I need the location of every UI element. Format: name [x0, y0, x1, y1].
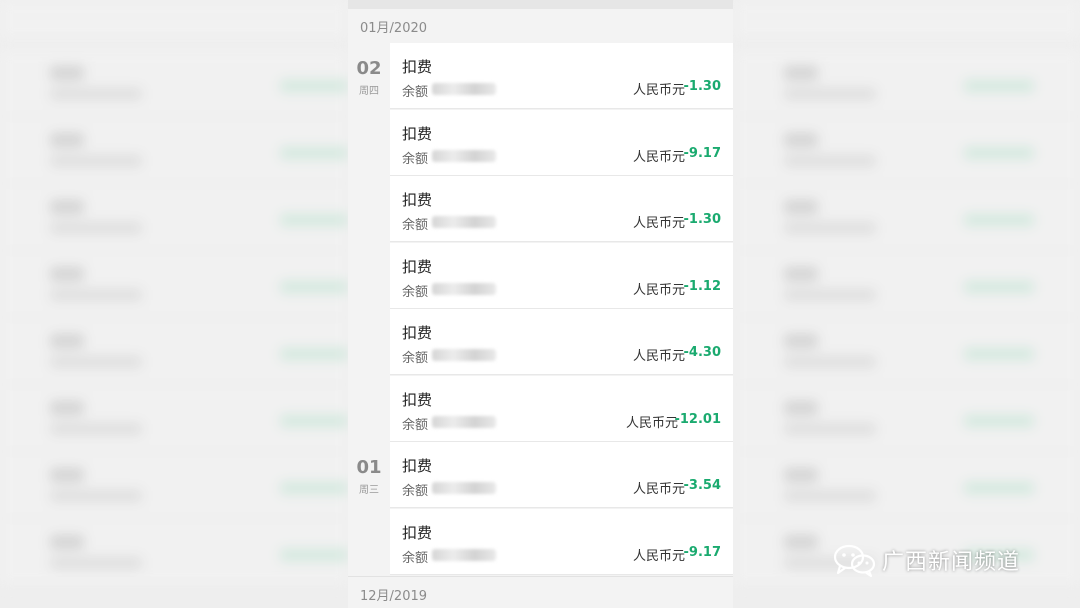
month-label: 12月/2019	[360, 589, 428, 604]
currency-label: 人民币元	[632, 349, 685, 364]
watermark: 广西新闻频道	[832, 540, 1020, 580]
balance-redacted	[432, 549, 496, 561]
day-marker: 02 周四	[348, 58, 390, 97]
currency-label: 人民币元	[632, 549, 685, 564]
transaction-title: 扣费	[402, 391, 433, 409]
transaction-row[interactable]: 扣费 余额 人民币元 -9.17	[390, 509, 733, 575]
month-label: 01月/2020	[360, 21, 428, 36]
amount: -3.54	[683, 478, 721, 493]
amount: -9.17	[683, 545, 721, 560]
transaction-title: 扣费	[402, 524, 433, 542]
currency-label: 人民币元	[632, 83, 685, 98]
amount: -12.01	[674, 412, 721, 427]
transaction-title: 扣费	[402, 125, 433, 143]
transaction-title: 扣费	[402, 258, 433, 276]
watermark-text: 广西新闻频道	[882, 550, 1021, 575]
day-number: 01	[356, 457, 382, 478]
transaction-list-screen: 01月/2020 02 周四 01 周三 扣费 余额 人民币元 -1.30 扣费…	[348, 0, 733, 608]
balance-redacted	[432, 83, 496, 95]
amount: -1.12	[683, 279, 721, 294]
transaction-title: 扣费	[402, 324, 433, 342]
currency-label: 人民币元	[632, 150, 685, 165]
amount: -1.30	[683, 212, 721, 227]
currency-label: 人民币元	[625, 416, 678, 431]
balance-label: 余额	[402, 285, 429, 300]
balance-redacted	[432, 482, 496, 494]
transaction-row[interactable]: 扣费 余额 人民币元 -1.30	[390, 43, 733, 109]
wechat-icon	[832, 543, 876, 578]
day-number: 02	[356, 58, 382, 79]
balance-redacted	[432, 349, 496, 361]
balance-label: 余额	[402, 418, 429, 433]
balance-redacted	[432, 216, 496, 228]
background-blur-left	[0, 0, 348, 608]
transaction-row[interactable]: 扣费 余额 人民币元 -4.30	[390, 309, 733, 375]
currency-label: 人民币元	[632, 482, 685, 497]
transaction-title: 扣费	[402, 457, 433, 475]
weekday-label: 周三	[359, 485, 379, 496]
day-marker: 01 周三	[348, 457, 390, 496]
top-strip	[348, 0, 733, 9]
currency-label: 人民币元	[632, 283, 685, 298]
amount: -1.30	[683, 79, 721, 94]
transaction-title: 扣费	[402, 58, 433, 76]
transaction-row[interactable]: 扣费 余额 人民币元 -3.54	[390, 442, 733, 508]
weekday-label: 周四	[359, 86, 379, 97]
balance-label: 余额	[402, 85, 429, 100]
balance-label: 余额	[402, 218, 429, 233]
background-blur-right	[734, 0, 1080, 608]
amount: -9.17	[683, 146, 721, 161]
currency-label: 人民币元	[632, 216, 685, 231]
balance-redacted	[432, 283, 496, 295]
transaction-row[interactable]: 扣费 余额 人民币元 -9.17	[390, 110, 733, 176]
amount: -4.30	[683, 345, 721, 360]
balance-redacted	[432, 416, 496, 428]
transaction-row[interactable]: 扣费 余额 人民币元 -1.30	[390, 176, 733, 242]
transaction-title: 扣费	[402, 191, 433, 209]
balance-label: 余额	[402, 484, 429, 499]
month-header: 12月/2019	[348, 576, 733, 608]
balance-label: 余额	[402, 351, 429, 366]
balance-label: 余额	[402, 152, 429, 167]
transaction-row[interactable]: 扣费 余额 人民币元 -1.12	[390, 243, 733, 309]
transaction-row[interactable]: 扣费 余额 人民币元 -12.01	[390, 376, 733, 442]
balance-label: 余额	[402, 551, 429, 566]
balance-redacted	[432, 150, 496, 162]
month-header: 01月/2020	[348, 9, 733, 41]
